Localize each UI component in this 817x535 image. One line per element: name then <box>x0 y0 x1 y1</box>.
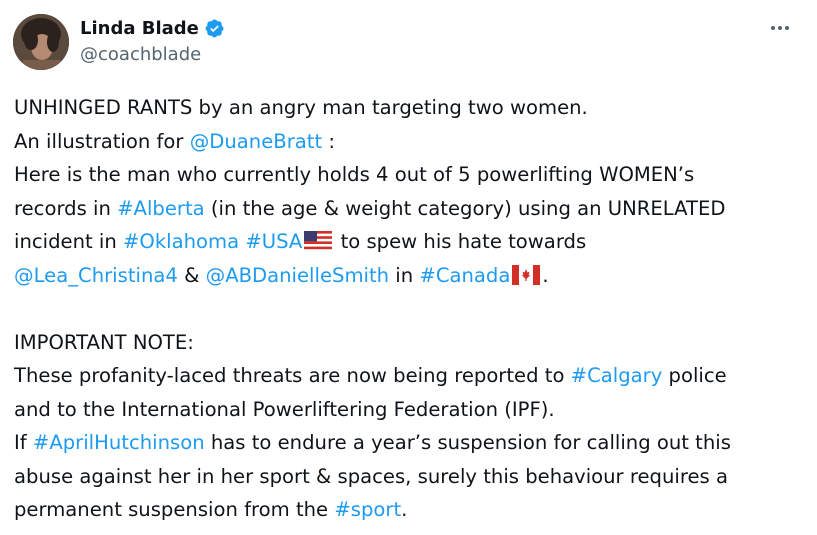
tweet-text-segment: An illustration for <box>14 129 190 153</box>
author-display-name[interactable]: Linda Blade <box>80 18 199 39</box>
tweet-text-segment: abuse against her in her sport & spaces,… <box>14 464 728 488</box>
author-name-row: Linda Blade <box>80 15 225 41</box>
tweet-text-segment: . <box>401 498 408 521</box>
avatar[interactable] <box>13 14 69 70</box>
hashtag-link[interactable]: #USA <box>245 230 302 253</box>
tweet-line: permanent suspension from the #sport. <box>14 493 804 527</box>
hashtag-link[interactable]: #Calgary <box>571 364 663 387</box>
us-flag-icon <box>304 228 333 262</box>
tweet-line: IMPORTANT NOTE: <box>14 326 804 360</box>
hashtag-link[interactable]: #sport <box>334 498 401 521</box>
hashtag-link[interactable]: #Alberta <box>117 197 205 220</box>
tweet-text-segment: (in the age & weight category) using an … <box>204 196 726 220</box>
tweet-text: UNHINGED RANTS by an angry man targeting… <box>14 91 804 527</box>
mention-link[interactable]: @Lea_Christina4 <box>14 264 178 287</box>
hashtag-link[interactable]: #Oklahoma <box>123 230 239 253</box>
tweet-line: UNHINGED RANTS by an angry man targeting… <box>14 91 804 125</box>
tweet-text-segment: . <box>542 263 549 287</box>
tweet-line: Here is the man who currently holds 4 ou… <box>14 158 804 192</box>
tweet-text-segment: to spew his hate towards <box>334 230 587 253</box>
verified-badge-icon <box>204 18 225 39</box>
tweet-text-segment: & <box>177 263 206 287</box>
tweet-text-segment: incident in <box>14 230 123 253</box>
mention-link[interactable]: @ABDanielleSmith <box>206 264 389 287</box>
tweet-text-segment: IMPORTANT NOTE: <box>14 330 194 354</box>
author-handle[interactable]: @coachblade <box>80 44 201 65</box>
tweet-text-segment: permanent suspension from the <box>14 498 335 521</box>
tweet-text-segment: If <box>14 431 33 454</box>
tweet-line: records in #Alberta (in the age & weight… <box>14 192 804 226</box>
tweet-text-segment: UNHINGED RANTS by an angry man targeting… <box>14 96 588 119</box>
tweet-line: If #AprilHutchinson has to endure a year… <box>14 426 804 460</box>
tweet-line: incident in #Oklahoma #USA to spew his h… <box>14 225 804 259</box>
more-icon[interactable] <box>764 16 796 40</box>
tweet-line: An illustration for @DuaneBratt : <box>14 125 804 159</box>
tweet-line: and to the International Powerliftering … <box>14 393 804 427</box>
tweet-text-segment: : <box>322 129 335 153</box>
hashtag-link[interactable]: #Canada <box>419 264 510 287</box>
canada-flag-icon <box>512 262 541 296</box>
tweet-text-segment: and to the International Powerliftering … <box>14 397 555 421</box>
hashtag-link[interactable]: #AprilHutchinson <box>33 431 205 454</box>
tweet-card: Linda Blade @coachblade UNHINGED RANTS b… <box>0 0 817 535</box>
tweet-text-segment: police <box>662 364 727 387</box>
tweet-text-segment: These profanity-laced threats are now be… <box>14 364 571 387</box>
tweet-text-segment: Here is the man who currently holds 4 ou… <box>14 163 695 186</box>
tweet-text-segment: records in <box>14 196 118 220</box>
tweet-text-segment: has to endure a year’s suspension for ca… <box>204 431 731 454</box>
tweet-line: abuse against her in her sport & spaces,… <box>14 460 804 494</box>
tweet-line: These profanity-laced threats are now be… <box>14 359 804 393</box>
tweet-text-segment: in <box>389 263 420 287</box>
tweet-line: @Lea_Christina4 & @ABDanielleSmith in #C… <box>14 259 804 293</box>
mention-link[interactable]: @DuaneBratt <box>190 130 322 153</box>
